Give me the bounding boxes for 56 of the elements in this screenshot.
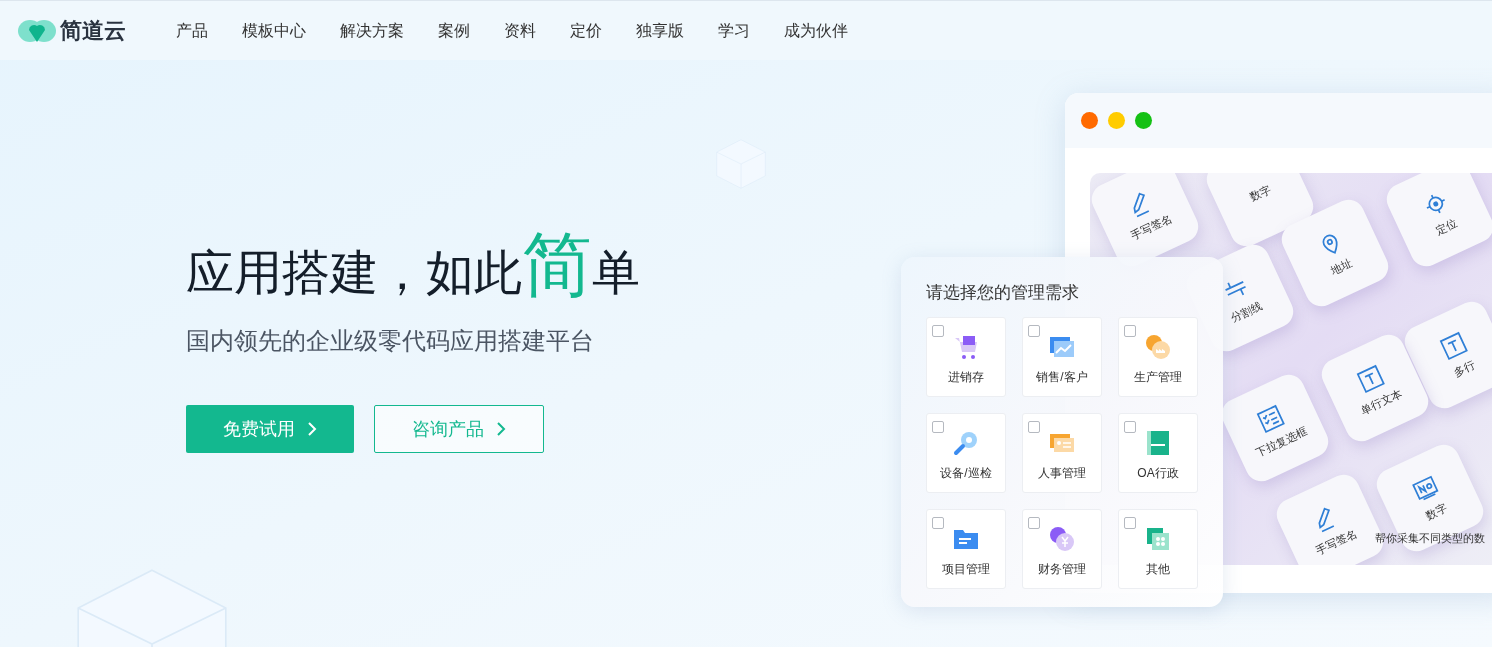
option-card[interactable]: 生产管理 xyxy=(1118,317,1198,397)
field-tile-label: 分割线 xyxy=(1227,297,1265,326)
field-tile-label: 手写签名 xyxy=(1127,210,1175,244)
option-card[interactable]: OA行政 xyxy=(1118,413,1198,493)
factory-circle-icon xyxy=(1143,332,1173,362)
option-label: 销售/客户 xyxy=(1036,369,1088,386)
option-card[interactable]: 财务管理 xyxy=(1022,509,1102,589)
chevron-right-icon xyxy=(496,421,506,437)
coin-icon xyxy=(1047,524,1077,554)
field-tile-label: 数字 xyxy=(1422,500,1450,524)
chevron-right-icon xyxy=(307,421,317,437)
checkbox[interactable] xyxy=(1028,517,1040,529)
hero-subtitle: 国内领先的企业级零代码应用搭建平台 xyxy=(186,326,595,356)
checkbox[interactable] xyxy=(1124,517,1136,529)
option-label: 进销存 xyxy=(948,369,984,386)
panel-title: 请选择您的管理需求 xyxy=(926,282,1080,304)
checkbox[interactable] xyxy=(1028,421,1040,433)
option-label: 人事管理 xyxy=(1038,465,1086,482)
logo-text: 简道云 xyxy=(60,17,126,45)
option-label: 设备/巡检 xyxy=(940,465,992,482)
field-tile-label: 地址 xyxy=(1327,255,1355,279)
option-card[interactable]: 人事管理 xyxy=(1022,413,1102,493)
option-label: OA行政 xyxy=(1137,465,1179,482)
nav-link[interactable]: 资料 xyxy=(504,18,536,43)
nav-link[interactable]: 模板中心 xyxy=(242,18,306,43)
option-card[interactable]: 其他 xyxy=(1118,509,1198,589)
option-label: 项目管理 xyxy=(942,561,990,578)
nav-link[interactable]: 定价 xyxy=(570,18,602,43)
field-tile-label: 数字 xyxy=(1246,181,1274,205)
option-label: 财务管理 xyxy=(1038,561,1086,578)
nav-link[interactable]: 学习 xyxy=(718,18,750,43)
nav-link[interactable]: 成为伙伴 xyxy=(784,18,848,43)
nav-link[interactable]: 解决方案 xyxy=(340,18,404,43)
checkbox[interactable] xyxy=(932,421,944,433)
field-tile-label: 单行文本 xyxy=(1357,385,1405,419)
field-tile-label: 定位 xyxy=(1432,215,1460,239)
option-label: 其他 xyxy=(1146,561,1170,578)
field-tile-label: 多行 xyxy=(1450,357,1478,381)
nav-link[interactable]: 产品 xyxy=(176,18,208,43)
field-tile-label: 下拉复选框 xyxy=(1252,423,1310,461)
heart-logo-icon xyxy=(18,17,56,44)
checkbox[interactable] xyxy=(932,325,944,337)
option-card[interactable]: 项目管理 xyxy=(926,509,1006,589)
canvas-caption: 帮你采集不同类型的数 xyxy=(1375,531,1485,546)
field-tile-label: 手写签名 xyxy=(1312,525,1360,559)
option-card[interactable]: 进销存 xyxy=(926,317,1006,397)
nav-link[interactable]: 独享版 xyxy=(636,18,684,43)
checkbox[interactable] xyxy=(1124,421,1136,433)
option-card[interactable]: 设备/巡检 xyxy=(926,413,1006,493)
checkbox[interactable] xyxy=(932,517,944,529)
checkbox[interactable] xyxy=(1124,325,1136,337)
option-card[interactable]: 销售/客户 xyxy=(1022,317,1102,397)
checkbox[interactable] xyxy=(1028,325,1040,337)
option-label: 生产管理 xyxy=(1134,369,1182,386)
hero-title: 应用搭建，如此简单 xyxy=(186,225,640,306)
nav-link[interactable]: 案例 xyxy=(438,18,470,43)
